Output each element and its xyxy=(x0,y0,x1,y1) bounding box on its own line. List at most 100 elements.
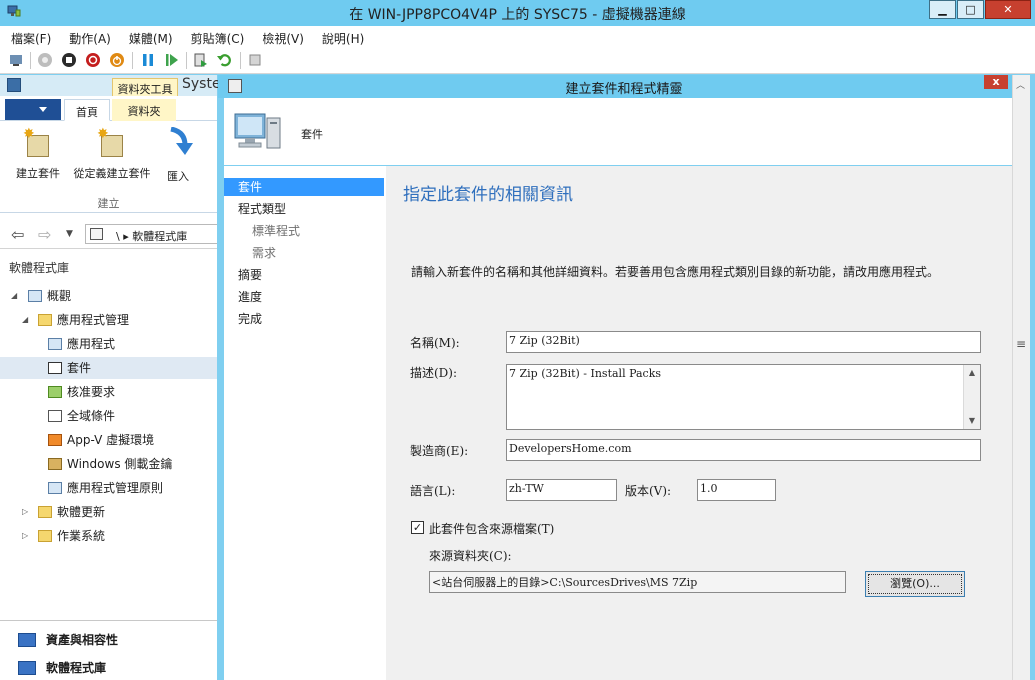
scroll-grip-icon[interactable]: ≡ xyxy=(1016,337,1026,351)
workspace-assets[interactable]: 資產與相容性 xyxy=(18,631,118,648)
toolbar-separator xyxy=(240,52,241,69)
wizard-title-bar: 建立套件和程式精靈 xyxy=(218,75,1030,98)
create-from-definition-label: 從定義建立套件 xyxy=(73,167,151,180)
source-files-checkbox[interactable]: ✓ xyxy=(411,521,424,534)
ribbon-tabs: 首頁 資料夾 xyxy=(0,96,217,121)
chevron-down-icon xyxy=(39,107,47,112)
software-library-icon xyxy=(18,661,36,675)
folder-icon xyxy=(38,314,52,326)
minimize-button[interactable]: ▁ xyxy=(929,0,956,19)
turn-off-icon[interactable] xyxy=(61,52,77,68)
tree-item-appv[interactable]: App-V 虛擬環境 xyxy=(0,429,217,451)
step-package: 套件 xyxy=(224,178,384,196)
scroll-up-icon[interactable]: ︿ xyxy=(1016,78,1025,91)
breadcrumb[interactable]: \ ▸ 軟體程式庫 xyxy=(85,224,217,244)
menu-clipboard[interactable]: 剪貼簿(C) xyxy=(180,26,252,47)
tree-item-label: App-V 虛擬環境 xyxy=(67,433,155,447)
wizard-close-button[interactable]: x xyxy=(984,75,1008,89)
tab-home[interactable]: 首頁 xyxy=(64,99,110,121)
folder-icon xyxy=(38,506,52,518)
menu-help[interactable]: 說明(H) xyxy=(311,26,371,47)
import-button[interactable]: 匯入 xyxy=(158,126,198,184)
scroll-up-icon[interactable]: ▲ xyxy=(964,365,980,381)
create-package-button[interactable]: ✸ 建立套件 xyxy=(10,127,66,181)
source-files-checkbox-label: 此套件包含來源檔案(T) xyxy=(429,522,555,536)
tree-item-app-policies[interactable]: 應用程式管理原則 xyxy=(0,477,217,499)
manufacturer-field[interactable]: DevelopersHome.com xyxy=(506,439,981,461)
menu-bar: 檔案(F) 動作(A) 媒體(M) 剪貼簿(C) 檢視(V) 說明(H) xyxy=(0,26,1035,48)
forward-arrow-icon[interactable]: ⇨ xyxy=(38,225,51,244)
resume-icon[interactable] xyxy=(164,52,180,68)
tree-item-approval-requests[interactable]: 核准要求 xyxy=(0,381,217,403)
context-tab-label[interactable]: 資料夾工具 xyxy=(112,78,178,96)
maximize-button[interactable]: □ xyxy=(957,0,984,19)
wizard-header-label: 套件 xyxy=(301,128,323,141)
ribbon-body: ✸ 建立套件 ✸ 從定義建立套件 匯入 建立 xyxy=(0,121,217,213)
tree-item-packages[interactable]: 套件 xyxy=(0,357,217,379)
browse-button[interactable]: 瀏覽(O)... xyxy=(865,571,965,597)
import-arrow-icon xyxy=(170,126,193,155)
expander-icon[interactable]: ◢ xyxy=(22,309,28,331)
tree-item-operating-systems[interactable]: ▷ 作業系統 xyxy=(0,525,217,547)
menu-view[interactable]: 檢視(V) xyxy=(251,26,311,47)
language-field[interactable]: zh-TW xyxy=(506,479,617,501)
wizard-header: 套件 xyxy=(224,98,1030,165)
tree-item-label: 應用程式管理 xyxy=(57,313,130,327)
global-condition-icon xyxy=(48,410,62,422)
console-title-bar: 資料夾工具 Syste xyxy=(0,75,221,96)
tree-item-software-updates[interactable]: ▷ 軟體更新 xyxy=(0,501,217,523)
workspace-software-library[interactable]: 軟體程式庫 xyxy=(18,659,106,676)
console-root-icon xyxy=(90,228,103,240)
vm-vertical-scrollbar[interactable]: ︿ ≡ xyxy=(1012,75,1030,680)
name-field[interactable]: 7 Zip (32Bit) xyxy=(506,331,981,353)
menu-file[interactable]: 檔案(F) xyxy=(0,26,58,47)
window-title: 在 WIN-JPP8PCO4V4P 上的 SYSC75 - 虛擬機器連線 xyxy=(349,7,686,23)
pause-icon[interactable] xyxy=(140,52,156,68)
enhanced-session-icon[interactable] xyxy=(247,52,263,68)
close-button[interactable]: ✕ xyxy=(985,0,1031,19)
description-scrollbar[interactable]: ▲ ▼ xyxy=(963,365,980,429)
menu-action[interactable]: 動作(A) xyxy=(58,26,118,47)
overview-icon xyxy=(28,290,42,302)
toolbar-separator xyxy=(30,52,31,69)
tree-item-global-conditions[interactable]: 全域條件 xyxy=(0,405,217,427)
revert-icon[interactable] xyxy=(217,52,233,68)
file-tab[interactable] xyxy=(5,99,61,120)
tree-item-applications[interactable]: 應用程式 xyxy=(0,333,217,355)
tree-item-sideloading-keys[interactable]: Windows 側載金鑰 xyxy=(0,453,217,475)
vm-title-bar: 在 WIN-JPP8PCO4V4P 上的 SYSC75 - 虛擬機器連線 ▁ □… xyxy=(0,0,1035,26)
tree-item-application-management[interactable]: ◢ 應用程式管理 xyxy=(0,309,217,331)
scroll-down-icon[interactable]: ▼ xyxy=(964,413,980,429)
tree-item-label: 全域條件 xyxy=(67,409,116,423)
page-title: 指定此套件的相關資訊 xyxy=(403,185,573,205)
key-icon xyxy=(48,458,62,470)
tree-item-label: 概觀 xyxy=(47,289,72,303)
wizard-steps: 套件 程式類型 標準程式 需求 摘要 進度 完成 xyxy=(224,166,386,680)
expander-icon[interactable]: ◢ xyxy=(11,285,17,307)
tab-folder[interactable]: 資料夾 xyxy=(112,99,176,121)
import-label: 匯入 xyxy=(167,170,189,183)
back-arrow-icon[interactable]: ⇦ xyxy=(11,225,24,244)
assets-icon xyxy=(18,633,36,647)
computer-icon xyxy=(234,113,281,149)
checkpoint-icon[interactable] xyxy=(193,52,209,68)
toolbar-separator xyxy=(186,52,187,69)
history-chevron-icon[interactable]: ▼ xyxy=(66,229,73,239)
menu-media[interactable]: 媒體(M) xyxy=(118,26,180,47)
ctrl-alt-del-icon[interactable] xyxy=(8,52,24,68)
expander-icon[interactable]: ▷ xyxy=(22,501,28,523)
version-field[interactable]: 1.0 xyxy=(697,479,776,501)
application-icon xyxy=(48,338,62,350)
source-folder-field[interactable]: <站台伺服器上的目錄>C:\SourcesDrives\MS 7Zip xyxy=(429,571,846,593)
start-icon[interactable] xyxy=(37,52,53,68)
save-state-icon[interactable] xyxy=(109,52,125,68)
tree-item-label: 核准要求 xyxy=(67,385,116,399)
tree-item-overview[interactable]: ◢ 概觀 xyxy=(0,285,217,307)
create-package-wizard: 建立套件和程式精靈 x 套件 套件 程式類型 標準程式 需求 摘要 進度 完成 … xyxy=(218,75,1030,680)
step-progress: 進度 xyxy=(238,290,263,304)
description-field[interactable]: 7 Zip (32Bit) - Install Packs ▲ ▼ xyxy=(506,364,981,430)
create-from-definition-button[interactable]: ✸ 從定義建立套件 xyxy=(68,127,156,181)
wizard-title: 建立套件和程式精靈 xyxy=(565,82,683,97)
shutdown-icon[interactable] xyxy=(85,52,101,68)
expander-icon[interactable]: ▷ xyxy=(22,525,28,547)
